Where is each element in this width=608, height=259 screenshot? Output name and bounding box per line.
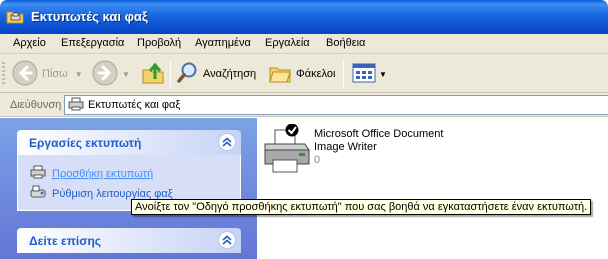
printer-job-count: 0 <box>314 154 321 166</box>
up-folder-button[interactable] <box>141 60 165 88</box>
printer-name-line2: Image Writer <box>314 141 377 153</box>
printer-tasks-title: Εργασίες εκτυπωτή <box>29 136 142 150</box>
toolbar-separator <box>170 61 171 87</box>
menu-edit[interactable]: Επεξεργασία <box>61 37 124 49</box>
folders-icon <box>268 62 292 87</box>
views-button[interactable]: ▼ <box>352 60 387 88</box>
address-label: Διεύθυνση <box>10 99 62 111</box>
fax-icon <box>30 185 46 202</box>
printer-entry[interactable]: Microsoft Office Document Image Writer 0 <box>314 128 443 167</box>
title-bar[interactable]: Εκτυπωτές και φαξ <box>0 0 608 34</box>
address-bar: Διεύθυνση Εκτυπωτές και φαξ <box>0 93 608 117</box>
address-value: Εκτυπωτές και φαξ <box>88 99 181 111</box>
printer-icon[interactable] <box>261 123 315 176</box>
setup-fax-label: Ρύθμιση λειτουργίας φαξ <box>52 187 173 200</box>
printer-name-line1: Microsoft Office Document <box>314 128 444 140</box>
menu-file[interactable]: Αρχείο <box>13 37 46 49</box>
printers-folder-icon <box>6 8 24 24</box>
back-arrow-icon <box>12 60 38 89</box>
up-folder-icon <box>141 61 165 88</box>
printer-tasks-header[interactable]: Εργασίες εκτυπωτή <box>17 130 241 155</box>
menu-bar: Αρχείο Επεξεργασία Προβολή Αγαπημένα Εργ… <box>0 34 608 54</box>
views-icon <box>352 62 376 87</box>
printer-small-icon <box>68 97 84 114</box>
back-dropdown-icon[interactable]: ▼ <box>75 70 83 79</box>
see-also-header[interactable]: Δείτε επίσης <box>17 228 241 253</box>
folders-button[interactable]: Φάκελοι <box>268 60 335 88</box>
add-printer-label: Προσθήκη εκτυπωτή <box>52 167 154 180</box>
add-printer-icon <box>30 165 46 182</box>
menu-help[interactable]: Βοήθεια <box>326 37 365 49</box>
forward-button[interactable]: ▼ <box>92 60 130 88</box>
menu-tools[interactable]: Εργαλεία <box>265 37 310 49</box>
toolbar-separator <box>343 61 344 87</box>
search-icon <box>177 61 199 88</box>
back-button[interactable]: Πίσω ▼ <box>12 60 83 88</box>
window-title: Εκτυπωτές και φαξ <box>31 9 148 24</box>
see-also-panel: Δείτε επίσης <box>17 228 241 253</box>
task-pane: Εργασίες εκτυπωτή Προσθήκη εκτυπωτή Ρύθμ… <box>0 118 257 259</box>
menu-favorites[interactable]: Αγαπημένα <box>195 37 251 49</box>
see-also-title: Δείτε επίσης <box>29 234 102 248</box>
tooltip: Ανοίξτε τον "Οδηγό προσθήκης εκτυπωτή" π… <box>131 199 592 215</box>
toolbar: Πίσω ▼ ▼ Αναζήτηση Φάκελοι ▼ <box>0 54 608 93</box>
menu-view[interactable]: Προβολή <box>137 37 181 49</box>
toolbar-grip[interactable] <box>2 62 5 86</box>
forward-arrow-icon <box>92 60 118 89</box>
default-printer-check-icon <box>285 123 299 137</box>
add-printer-link[interactable]: Προσθήκη εκτυπωτή <box>30 165 153 182</box>
folders-label: Φάκελοι <box>296 68 336 80</box>
search-label: Αναζήτηση <box>203 68 257 80</box>
collapse-chevron-icon[interactable] <box>218 231 236 249</box>
forward-dropdown-icon[interactable]: ▼ <box>122 70 130 79</box>
back-label: Πίσω <box>42 68 68 80</box>
search-button[interactable]: Αναζήτηση <box>177 60 256 88</box>
address-field[interactable]: Εκτυπωτές και φαξ <box>64 95 608 115</box>
printers-list: Microsoft Office Document Image Writer 0 <box>257 118 608 259</box>
collapse-chevron-icon[interactable] <box>218 133 236 151</box>
views-dropdown-icon[interactable]: ▼ <box>379 70 387 79</box>
